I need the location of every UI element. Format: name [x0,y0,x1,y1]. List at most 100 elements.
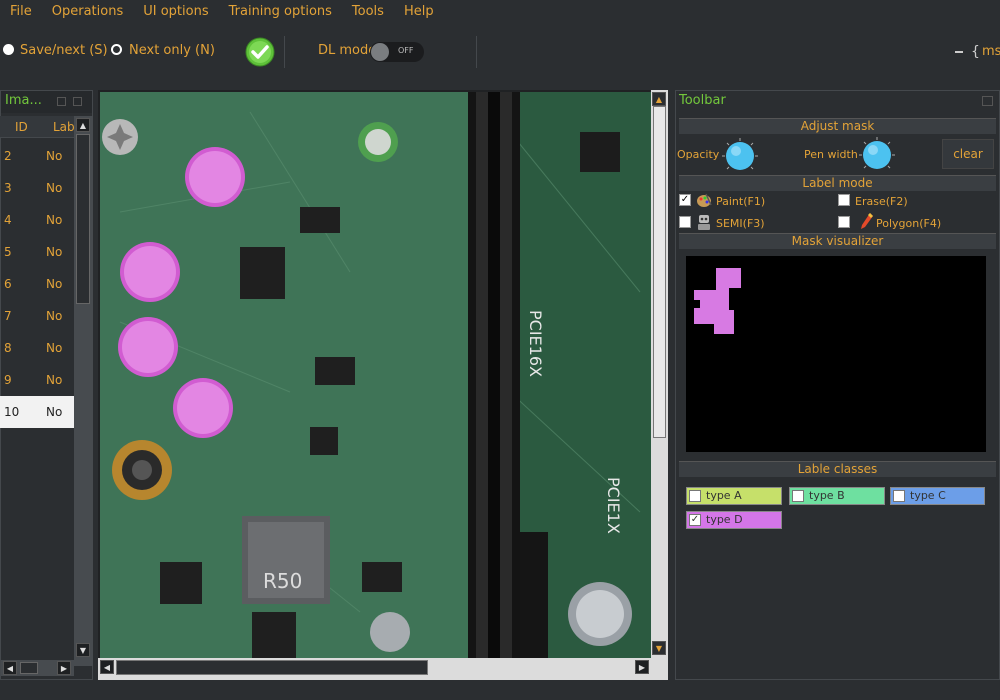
row-label: No [46,245,63,259]
paint-palette-icon [697,193,712,207]
toggle-knob [371,43,389,61]
menu-training-options[interactable]: Training options [219,4,342,19]
row-id: 5 [4,245,12,259]
viewer-scroll-up-icon[interactable]: ▲ [652,92,666,106]
next-only-radio[interactable] [111,44,122,55]
label-mode-header: Label mode [679,175,996,191]
table-row[interactable]: 4 No [0,204,74,236]
menu-ui-options[interactable]: UI options [133,4,218,19]
inductor-label: R50 [263,569,302,593]
pencil-icon [861,213,873,229]
row-id: 9 [4,373,12,387]
class-item[interactable]: ✓ type D [686,511,782,529]
menu-bar: File Operations UI options Training opti… [0,0,1000,22]
scroll-left-arrow-icon[interactable]: ◀ [3,661,17,675]
mask-visualizer-header: Mask visualizer [679,233,996,249]
polygon-label[interactable]: Polygon(F4) [876,217,941,230]
adjust-mask-header: Adjust mask [679,118,996,134]
row-label: No [46,405,63,419]
pcie16-label: PCIE16X [526,310,545,377]
class-checkbox[interactable]: ✓ [689,514,701,526]
scroll-right-arrow-icon[interactable]: ▶ [57,661,71,675]
class-name: type C [910,489,946,502]
images-vscroll-thumb[interactable] [76,134,90,304]
row-id: 7 [4,309,12,323]
paint-checkbox[interactable]: ✓ [679,194,691,206]
image-viewer[interactable]: R50 PCIE16X PCIE1X ▲ ▼ ◀ ▶ [98,90,668,680]
col-label[interactable]: Lab [53,120,75,134]
erase-label[interactable]: Erase(F2) [855,195,908,208]
minus-icon[interactable] [955,51,963,53]
table-row[interactable]: 3 No [0,172,74,204]
table-row[interactable]: 9 No [0,364,74,396]
float-icon[interactable] [57,97,66,106]
viewer-scroll-down-icon[interactable]: ▼ [652,641,666,655]
class-checkbox[interactable] [893,490,905,502]
toolbar-panel-title: Toolbar [679,93,726,108]
row-label: No [46,149,63,163]
semi-label[interactable]: SEMI(F3) [716,217,765,230]
class-name: type A [706,489,742,502]
clear-button[interactable]: clear [942,139,994,169]
table-row[interactable]: 2 No [0,140,74,172]
row-label: No [46,277,63,291]
toolbar-separator [284,36,285,68]
row-id: 8 [4,341,12,355]
erase-checkbox[interactable] [838,194,850,206]
images-table-header: ID Lab [0,116,75,138]
close-panel-icon[interactable] [73,97,82,106]
pen-width-knob-icon[interactable] [857,135,897,175]
table-row[interactable]: 8 No [0,332,74,364]
mask-preview [694,268,741,334]
class-name: type D [706,513,743,526]
next-only-label[interactable]: Next only (N) [129,43,215,58]
row-label: No [46,309,63,323]
row-id: 4 [4,213,12,227]
menu-file[interactable]: File [0,4,42,19]
class-item[interactable]: type B [789,487,885,505]
table-row[interactable]: 7 No [0,300,74,332]
class-checkbox[interactable] [689,490,701,502]
semi-checkbox[interactable] [679,216,691,228]
class-checkbox[interactable] [792,490,804,502]
panel-float-icon[interactable] [982,96,993,106]
table-row[interactable]: 10 No [0,396,74,428]
viewer-scroll-right-icon[interactable]: ▶ [635,660,649,674]
menu-help[interactable]: Help [394,4,444,19]
menu-operations[interactable]: Operations [42,4,133,19]
row-id: 10 [4,405,20,419]
motherboard-image[interactable]: R50 PCIE16X PCIE1X [100,92,651,660]
toolbar-separator-2 [476,36,477,68]
table-row[interactable]: 6 No [0,268,74,300]
dl-mode-toggle[interactable]: OFF [370,42,424,62]
polygon-checkbox[interactable] [838,216,850,228]
row-label: No [46,181,63,195]
class-item[interactable]: type C [890,487,985,505]
menu-tools[interactable]: Tools [342,4,394,19]
save-next-radio[interactable] [3,44,14,55]
scroll-down-arrow-icon[interactable]: ▼ [76,643,90,657]
brace-icon: { [971,44,980,60]
viewer-hscroll-thumb[interactable] [116,660,428,675]
col-id[interactable]: ID [15,120,28,134]
table-row[interactable]: 5 No [0,236,74,268]
viewer-vscroll-thumb[interactable] [653,106,666,438]
opacity-knob-icon[interactable] [720,136,760,176]
scroll-up-arrow-icon[interactable]: ▲ [76,118,90,132]
ms-label: ms [982,44,1000,59]
row-label: No [46,341,63,355]
paint-label[interactable]: Paint(F1) [716,195,765,208]
lable-classes-header: Lable classes [679,461,996,477]
save-next-label[interactable]: Save/next (S) [20,43,108,58]
class-name: type B [809,489,845,502]
viewer-scroll-left-icon[interactable]: ◀ [100,660,114,674]
images-panel-title: Ima... [5,93,42,108]
toggle-state: OFF [398,46,414,55]
images-hscroll-thumb[interactable] [20,662,38,674]
row-id: 2 [4,149,12,163]
pen-width-label: Pen width [804,148,858,161]
class-item[interactable]: type A [686,487,782,505]
confirm-check-icon[interactable] [245,37,275,67]
row-label: No [46,373,63,387]
dl-mode-label: DL mode [318,43,377,58]
